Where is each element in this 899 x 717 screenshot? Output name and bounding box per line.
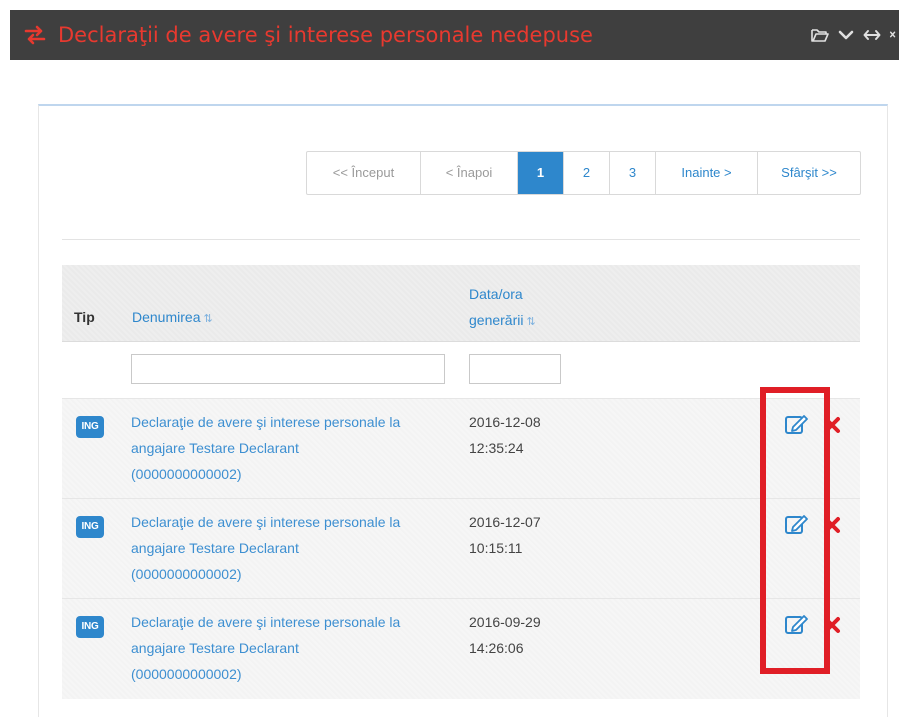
generated-time: 10:15:11 [469, 540, 523, 556]
declaration-name-line: Declaraţie de avere şi interese personal… [131, 514, 401, 530]
filter-row [62, 342, 860, 398]
sort-icon[interactable]: ⇅ [526, 316, 535, 328]
panel-tools [811, 26, 899, 46]
generated-date: 2016-09-29 [469, 614, 541, 630]
pagination-last[interactable]: Sfârşit >> [758, 152, 860, 194]
edit-icon[interactable] [784, 513, 808, 535]
type-badge: ING [76, 616, 104, 638]
declaration-name-line: Declaraţie de avere şi interese personal… [131, 614, 401, 630]
pagination-page-3[interactable]: 3 [610, 152, 656, 194]
generated-date: 2016-12-07 [469, 514, 541, 530]
table-header: Tip Denumirea ⇅ Data/ora generării ⇅ [62, 265, 860, 342]
generated-time: 14:26:06 [469, 640, 524, 656]
pagination-prev[interactable]: < Înapoi [421, 152, 518, 194]
declaration-name-line: angajare Testare Declarant [131, 440, 299, 456]
chevron-down-icon[interactable] [837, 26, 855, 44]
column-header-name-label: Denumirea [132, 309, 201, 325]
declaration-name-line: (0000000000002) [131, 566, 242, 582]
delete-icon[interactable] [822, 515, 842, 535]
generated-date: 2016-12-08 [469, 414, 541, 430]
page: Declaraţii de avere şi interese personal… [0, 0, 899, 717]
declaration-link[interactable]: Declaraţie de avere şi interese personal… [131, 409, 461, 487]
filter-date-input[interactable] [469, 354, 561, 384]
pagination-page-1[interactable]: 1 [518, 152, 564, 194]
close-icon[interactable] [889, 26, 899, 44]
pagination-next[interactable]: Inainte > [656, 152, 758, 194]
delete-icon[interactable] [822, 415, 842, 435]
column-header-name[interactable]: Denumirea ⇅ [132, 309, 213, 325]
declaration-name-line: (0000000000002) [131, 466, 242, 482]
filter-name-input[interactable] [131, 354, 445, 384]
generated-datetime: 2016-09-29 14:26:06 [469, 609, 579, 661]
declaration-name-line: (0000000000002) [131, 666, 242, 682]
column-header-date-line2: generării [469, 312, 524, 328]
edit-icon[interactable] [784, 613, 808, 635]
panel-header: Declaraţii de avere şi interese personal… [10, 10, 899, 60]
column-header-date-line1: Data/ora [469, 286, 523, 302]
folder-open-icon[interactable] [811, 26, 829, 44]
column-header-tip: Tip [74, 309, 95, 325]
declaration-name-line: angajare Testare Declarant [131, 640, 299, 656]
horizontal-resize-icon[interactable] [863, 26, 881, 44]
table-row: ING Declaraţie de avere şi interese pers… [62, 598, 860, 699]
generated-datetime: 2016-12-08 12:35:24 [469, 409, 579, 461]
table-row: ING Declaraţie de avere şi interese pers… [62, 398, 860, 499]
pagination-page-2[interactable]: 2 [564, 152, 610, 194]
generated-datetime: 2016-12-07 10:15:11 [469, 509, 579, 561]
declaration-link[interactable]: Declaraţie de avere şi interese personal… [131, 509, 461, 587]
table-row: ING Declaraţie de avere şi interese pers… [62, 498, 860, 599]
divider [62, 239, 860, 240]
type-badge: ING [76, 416, 104, 438]
panel-title: Declaraţii de avere şi interese personal… [58, 23, 593, 47]
declaration-name-line: angajare Testare Declarant [131, 540, 299, 556]
sort-icon[interactable]: ⇅ [203, 313, 212, 325]
edit-icon[interactable] [784, 413, 808, 435]
pagination-first[interactable]: << Început [307, 152, 421, 194]
exchange-arrows-icon [24, 25, 46, 45]
type-badge: ING [76, 516, 104, 538]
generated-time: 12:35:24 [469, 440, 524, 456]
declaration-link[interactable]: Declaraţie de avere şi interese personal… [131, 609, 461, 687]
column-header-date[interactable]: Data/ora generării ⇅ [469, 281, 536, 335]
declaration-name-line: Declaraţie de avere şi interese personal… [131, 414, 401, 430]
delete-icon[interactable] [822, 615, 842, 635]
pagination: << Început < Înapoi 1 2 3 Inainte > Sfâr… [306, 151, 861, 195]
